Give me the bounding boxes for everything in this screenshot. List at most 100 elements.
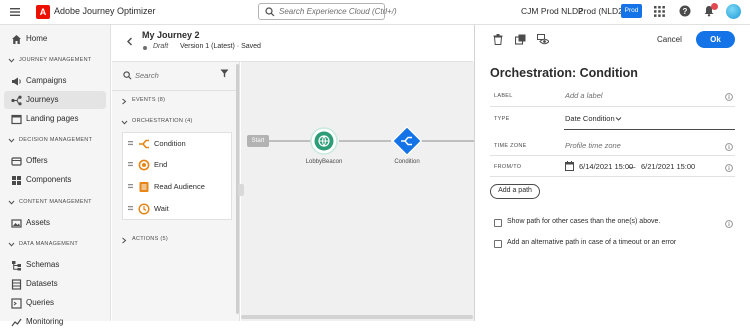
type-field-label: TYPE <box>494 116 510 122</box>
components-icon <box>11 175 22 186</box>
label-input[interactable]: Add a label <box>565 91 603 100</box>
canvas-connectors <box>269 140 474 142</box>
dataset-icon <box>11 279 22 290</box>
help-icon[interactable]: ? <box>679 5 691 17</box>
activity-read-audience[interactable]: Read Audience <box>123 176 231 198</box>
nav-landing-pages[interactable]: Landing pages <box>4 110 106 128</box>
user-avatar[interactable] <box>726 4 741 19</box>
label-field-label: LABEL <box>494 93 513 99</box>
notification-badge <box>711 3 718 10</box>
alternative-path-checkbox[interactable] <box>494 240 502 248</box>
type-dropdown[interactable]: Date Condition <box>564 112 735 130</box>
delete-trash-icon[interactable] <box>493 34 503 45</box>
chevron-down-icon <box>8 57 15 64</box>
start-node[interactable]: Start <box>247 135 269 147</box>
nav-schemas[interactable]: Schemas <box>4 256 106 274</box>
chevron-down-icon <box>8 241 15 248</box>
chevron-right-icon <box>121 237 127 244</box>
home-icon <box>11 34 22 45</box>
nav-queries[interactable]: Queries <box>4 294 106 312</box>
status-dot <box>143 46 147 50</box>
campaigns-icon <box>11 76 22 87</box>
nav-campaigns[interactable]: Campaigns <box>4 72 106 90</box>
activity-wait[interactable]: Wait <box>123 198 231 220</box>
landing-page-icon <box>11 114 22 125</box>
svg-text:?: ? <box>683 7 688 16</box>
sandbox-switcher[interactable]: Prod (NLD2) <box>578 6 626 16</box>
info-icon[interactable] <box>725 93 733 101</box>
divider <box>490 155 735 156</box>
env-badge: Prod <box>621 4 642 18</box>
wait-clock-icon <box>138 203 150 215</box>
cancel-button[interactable]: Cancel <box>657 35 682 44</box>
to-date-input[interactable]: 6/21/2021 15:00 <box>641 162 695 171</box>
chevron-down-icon <box>8 137 15 144</box>
schema-icon <box>11 260 22 271</box>
chevron-right-icon <box>121 98 127 105</box>
nav-datasets[interactable]: Datasets <box>4 275 106 293</box>
calendar-icon[interactable] <box>565 161 574 171</box>
adobe-logo-icon[interactable]: A <box>36 5 50 19</box>
info-icon[interactable] <box>725 164 733 172</box>
panel-title: Orchestration: Condition <box>490 66 638 80</box>
lobbybeacon-label: LobbyBeacon <box>305 159 343 165</box>
search-icon <box>265 7 275 17</box>
nav-home[interactable]: Home <box>4 30 106 48</box>
condition-node-label: Condition <box>394 159 420 165</box>
ok-button[interactable]: Ok <box>696 31 735 48</box>
app-name: Adobe Journey Optimizer <box>54 6 156 16</box>
lobbybeacon-event-node[interactable] <box>310 127 338 155</box>
chevron-down-icon <box>8 199 15 206</box>
assets-icon <box>11 218 22 229</box>
journeys-icon <box>11 95 22 106</box>
monitoring-icon <box>11 317 22 328</box>
activity-end[interactable]: End <box>123 154 231 176</box>
divider <box>490 106 735 107</box>
queries-icon <box>11 298 22 309</box>
alternative-path-label: Add an alternative path in case of a tim… <box>507 239 677 246</box>
show-other-path-label: Show path for other cases than the one(s… <box>507 218 661 225</box>
timezone-input[interactable]: Profile time zone <box>565 141 621 150</box>
palette-search-input[interactable]: Search <box>118 67 234 85</box>
nav-offers[interactable]: Offers <box>4 152 106 170</box>
type-selected-value: Date Condition <box>565 114 615 123</box>
global-search-input[interactable]: Search Experience Cloud (Ctrl+/) <box>258 3 397 20</box>
preview-eye-icon[interactable] <box>537 34 549 45</box>
activity-condition[interactable]: Condition <box>123 133 231 155</box>
date-range-separator: — <box>628 162 636 171</box>
filter-icon[interactable] <box>220 69 229 78</box>
back-chevron-icon[interactable] <box>126 37 134 46</box>
drag-handle-icon[interactable] <box>128 162 133 167</box>
apps-grid-icon[interactable] <box>654 6 665 17</box>
canvas-horizontal-scrollbar[interactable] <box>241 315 473 319</box>
condition-node[interactable] <box>392 126 422 156</box>
end-icon <box>138 159 150 171</box>
info-icon[interactable] <box>725 220 733 228</box>
add-path-button[interactable]: Add a path <box>490 184 540 199</box>
fromto-field-label: FROM/TO <box>494 164 522 170</box>
info-icon[interactable] <box>725 143 733 151</box>
read-audience-icon <box>138 181 150 193</box>
divider <box>112 90 239 91</box>
search-placeholder: Search Experience Cloud (Ctrl+/) <box>279 7 397 16</box>
menu-icon[interactable] <box>9 6 21 18</box>
org-switcher[interactable]: CJM Prod NLD2 <box>521 6 583 16</box>
divider <box>490 176 735 177</box>
drag-handle-icon[interactable] <box>128 206 133 211</box>
nav-journeys[interactable]: Journeys <box>4 91 106 109</box>
nav-assets[interactable]: Assets <box>4 214 106 232</box>
nav-monitoring[interactable]: Monitoring <box>4 313 106 331</box>
offers-icon <box>11 156 22 167</box>
condition-icon <box>138 138 150 150</box>
search-icon <box>123 71 132 80</box>
chevron-down-icon <box>615 116 622 122</box>
show-other-path-checkbox[interactable] <box>494 219 502 227</box>
drag-handle-icon[interactable] <box>128 184 133 189</box>
nav-components[interactable]: Components <box>4 171 106 189</box>
journey-status: Draft <box>153 43 169 50</box>
drag-handle-icon[interactable] <box>128 141 133 146</box>
duplicate-icon[interactable] <box>515 34 526 45</box>
journey-title[interactable]: My Journey 2 <box>142 30 200 40</box>
from-date-input[interactable]: 6/14/2021 15:00 <box>579 162 633 171</box>
timezone-field-label: TIME ZONE <box>494 143 527 149</box>
